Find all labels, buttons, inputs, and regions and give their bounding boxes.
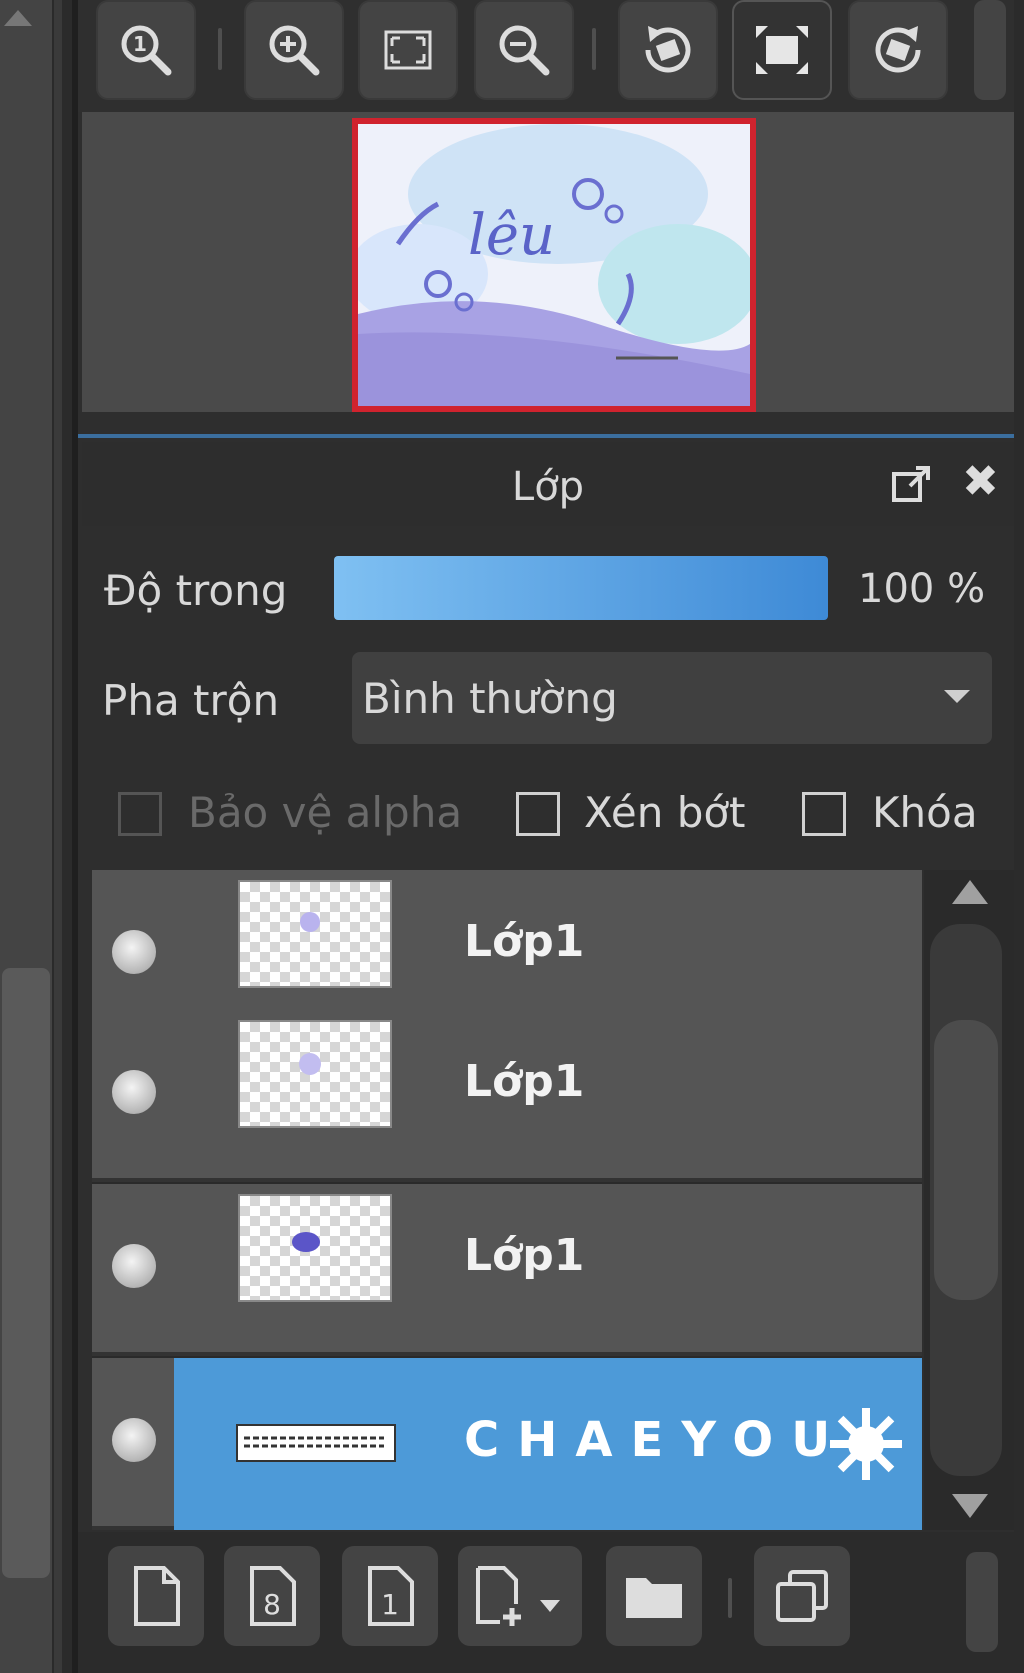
canvas-preview-thumbnail[interactable]: lêu	[352, 118, 756, 412]
layer-thumbnail	[238, 1020, 392, 1128]
layer-thumbnail	[238, 880, 392, 988]
add-layer-dropdown-icon	[476, 1566, 560, 1626]
scroll-up-arrow-icon[interactable]	[952, 880, 988, 904]
opacity-slider[interactable]	[334, 556, 828, 620]
zoom-in-button[interactable]	[244, 0, 344, 100]
visibility-toggle[interactable]	[112, 930, 156, 974]
popout-icon[interactable]	[890, 462, 934, 510]
fit-screen-button[interactable]	[358, 0, 458, 100]
fit-screen-icon	[384, 30, 432, 70]
rotate-right-icon	[875, 26, 921, 73]
clipping-label: Xén bớt	[584, 788, 746, 837]
clipping-checkbox[interactable]	[516, 792, 560, 836]
layer-name: Lớp1	[464, 1230, 585, 1281]
visibility-toggle[interactable]	[112, 1418, 156, 1462]
blend-mode-value: Bình thường	[362, 674, 618, 723]
add-special-layer-button[interactable]	[458, 1546, 582, 1646]
left-separator	[52, 0, 54, 1673]
blend-mode-label: Pha trộn	[102, 676, 280, 725]
toolbar-separator	[728, 1578, 732, 1618]
layer-name: CHAEYOU	[464, 1412, 849, 1468]
layer-name: Lớp1	[464, 1056, 585, 1107]
protect-alpha-checkbox[interactable]	[118, 792, 162, 836]
panel-accent-line	[78, 434, 1014, 438]
fullscreen-button[interactable]	[732, 0, 832, 100]
rotate-right-button[interactable]	[848, 0, 948, 100]
layer-thumbnail	[238, 1194, 392, 1302]
zoom-in-icon	[269, 25, 320, 76]
zoom-actual-icon: 1	[121, 25, 172, 76]
layer-panel-title: Lớp	[511, 464, 585, 510]
layer-panel-header: Lớp ✖	[82, 442, 1014, 526]
new-layer-button[interactable]	[108, 1546, 204, 1646]
svg-text:1: 1	[133, 32, 147, 56]
1bit-layer-icon: 1	[368, 1566, 414, 1626]
layer-list: Lớp1 Lớp1 Lớp1 CHAEYOU	[92, 870, 922, 1530]
close-icon[interactable]: ✖	[962, 460, 999, 504]
layer-thumbnail	[236, 1424, 396, 1462]
folder-icon	[626, 1578, 682, 1618]
toolbar-separator	[592, 28, 596, 70]
layer-name: Lớp1	[464, 916, 585, 967]
visibility-toggle[interactable]	[112, 1070, 156, 1114]
new-page-icon	[134, 1566, 180, 1626]
new-1bit-layer-button[interactable]: 1	[342, 1546, 438, 1646]
zoom-out-button[interactable]	[474, 0, 574, 100]
new-8bit-layer-button[interactable]: 8	[224, 1546, 320, 1646]
layer-row-selected[interactable]: CHAEYOU	[92, 1358, 922, 1530]
fullscreen-icon	[756, 26, 808, 74]
layer-list-scrollbar[interactable]	[924, 870, 1014, 1530]
lock-checkbox[interactable]	[802, 792, 846, 836]
duplicate-icon	[776, 1570, 828, 1622]
canvas-artwork-image: lêu	[358, 124, 750, 406]
opacity-label: Độ trong	[104, 566, 288, 615]
protect-alpha-label: Bảo vệ alpha	[188, 788, 463, 837]
lock-label: Khóa	[872, 788, 978, 837]
left-scroll-up-arrow[interactable]	[4, 10, 32, 26]
layer-row[interactable]: Lớp1	[92, 1184, 922, 1356]
navigator-toolbar-scroll[interactable]	[974, 0, 1006, 100]
left-panel-strip	[0, 0, 62, 1673]
zoom-actual-button[interactable]: 1	[96, 0, 196, 100]
svg-text:lêu: lêu	[468, 203, 555, 268]
bottom-toolbar-scroll[interactable]	[966, 1552, 998, 1652]
layer-row[interactable]: Lớp1	[92, 1010, 922, 1182]
scroll-thumb[interactable]	[934, 1020, 998, 1300]
rotate-left-button[interactable]	[618, 0, 718, 100]
rotate-left-icon	[645, 26, 691, 73]
scroll-down-arrow-icon[interactable]	[952, 1494, 988, 1518]
8bit-layer-icon: 8	[250, 1566, 296, 1626]
visibility-toggle[interactable]	[112, 1244, 156, 1288]
new-folder-button[interactable]	[606, 1546, 702, 1646]
chevron-down-icon	[944, 690, 970, 703]
svg-text:8: 8	[263, 1588, 281, 1621]
blend-mode-dropdown[interactable]: Bình thường	[352, 652, 992, 744]
duplicate-layer-button[interactable]	[754, 1546, 850, 1646]
snowflake-icon	[830, 1408, 902, 1480]
opacity-value: 100 %	[858, 566, 986, 612]
svg-text:1: 1	[381, 1588, 399, 1621]
left-scroll-thumb[interactable]	[2, 968, 50, 1578]
toolbar-separator	[218, 28, 222, 70]
zoom-out-icon	[499, 25, 550, 76]
